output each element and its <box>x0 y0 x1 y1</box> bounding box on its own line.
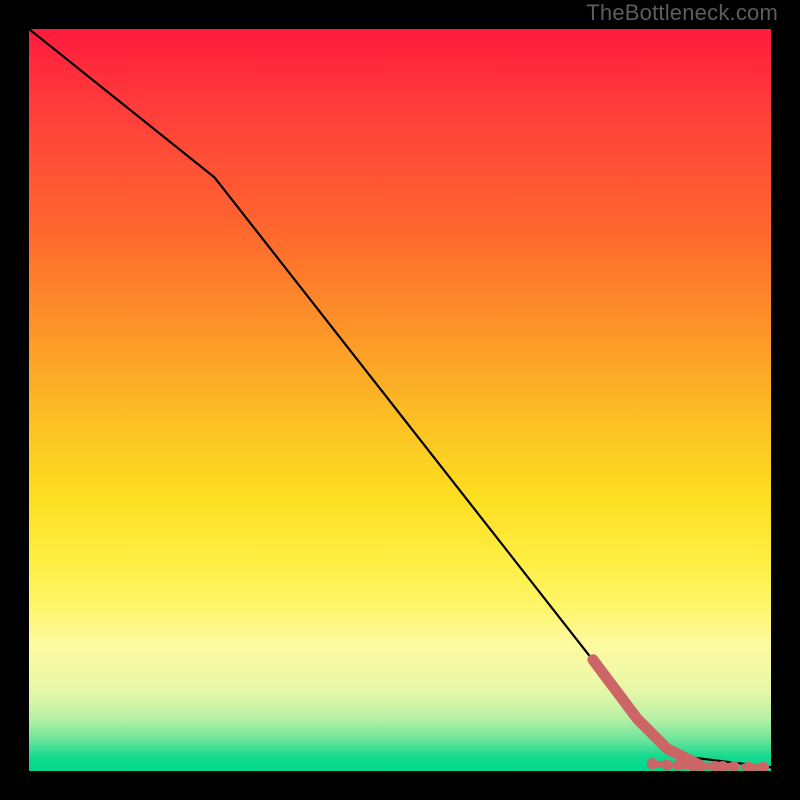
scatter-dot <box>695 760 706 771</box>
gradient-plot-area <box>29 29 771 771</box>
bottleneck-curve <box>29 29 771 767</box>
chart-stage: TheBottleneck.com <box>0 0 800 800</box>
highlight-path <box>593 660 697 764</box>
curve-path <box>29 29 771 767</box>
scatter-dot <box>647 758 658 769</box>
scatter-dot <box>728 761 739 771</box>
scatter-dot <box>688 760 699 771</box>
scatter-dot <box>662 760 673 771</box>
scatter-dot <box>743 762 754 771</box>
highlight-segment <box>593 660 697 764</box>
scatter-connector <box>652 764 763 768</box>
scatter-dots <box>647 758 769 771</box>
scatter-dot <box>673 760 684 771</box>
scatter-dot <box>717 761 728 771</box>
scatter-dot <box>758 762 769 771</box>
chart-overlay-svg <box>29 29 771 771</box>
scatter-dot <box>710 761 721 771</box>
watermark-text: TheBottleneck.com <box>586 0 778 26</box>
